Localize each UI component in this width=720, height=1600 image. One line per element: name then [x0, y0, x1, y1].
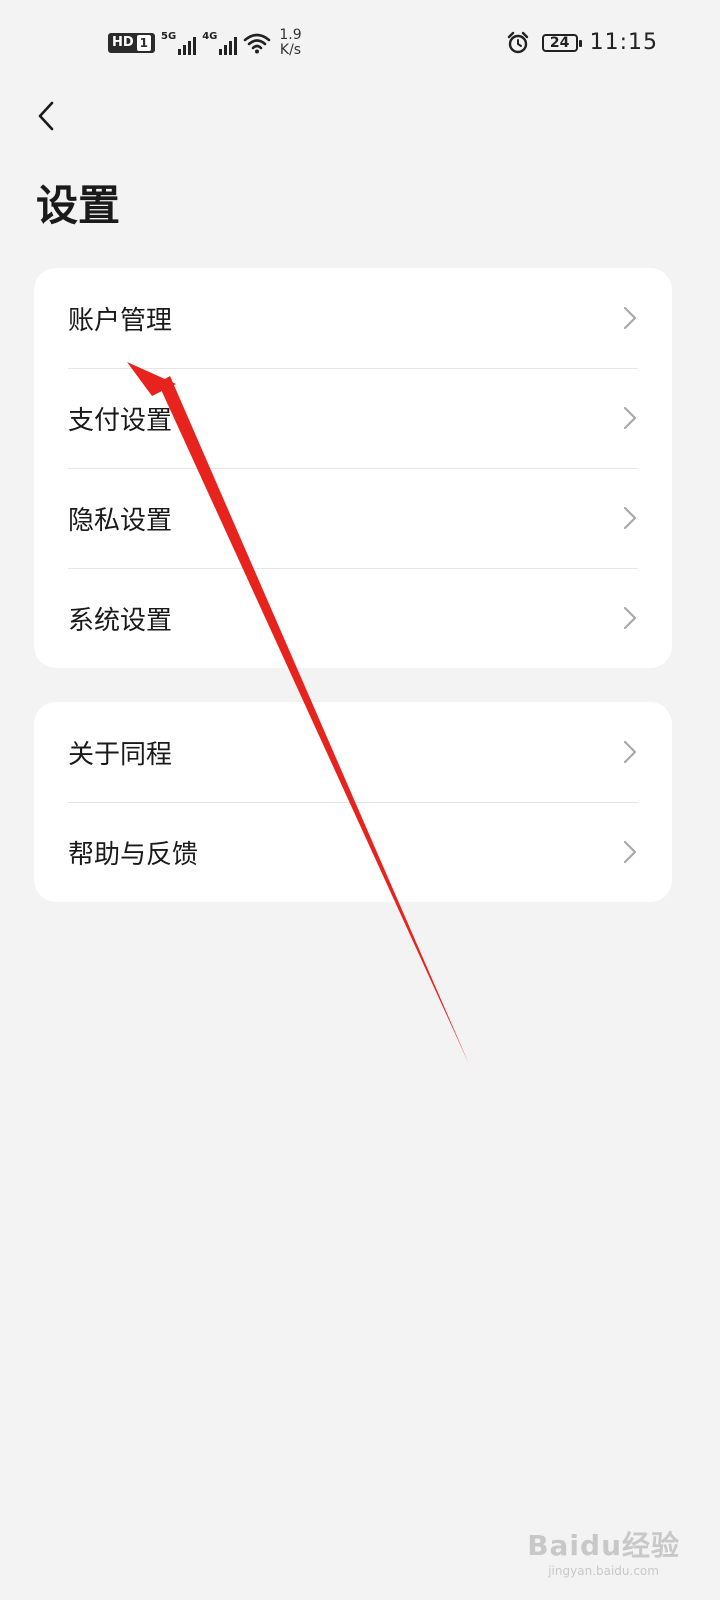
alarm-clock-icon [507, 31, 528, 53]
menu-item-label: 账户管理 [68, 305, 173, 336]
status-right: 24 11:15 [506, 30, 658, 55]
status-left: HD 1 5G 4G 1.9 K/s [108, 28, 302, 58]
page-title: 设置 [36, 181, 121, 230]
chevron-left-icon [38, 101, 54, 131]
back-button[interactable] [26, 96, 66, 136]
watermark-sub: jingyan.baidu.com [548, 1564, 659, 1578]
menu-item-payment-settings[interactable]: 支付设置 [34, 368, 672, 468]
wifi-icon [244, 33, 271, 54]
sim-slot-label: 1 [136, 35, 152, 51]
menu-item-account-management[interactable]: 账户管理 [34, 268, 672, 368]
clock-time: 11:15 [589, 30, 658, 55]
menu-item-help-feedback[interactable]: 帮助与反馈 [34, 802, 672, 902]
battery-icon: 24 [541, 33, 582, 52]
chevron-right-icon [623, 840, 637, 864]
battery-level: 24 [549, 34, 570, 51]
chevron-right-icon [623, 406, 637, 430]
chevron-right-icon [623, 506, 637, 530]
hd-label: HD [112, 35, 134, 50]
chevron-right-icon [623, 740, 637, 764]
net-type-4g: 4G [202, 31, 218, 42]
signal-4g: 4G [202, 31, 238, 55]
baidu-watermark: Baidu经验 jingyan.baidu.com [527, 1524, 680, 1578]
menu-item-label: 帮助与反馈 [68, 839, 199, 870]
menu-item-system-settings[interactable]: 系统设置 [34, 568, 672, 668]
speed-value: 1.9 [279, 27, 302, 43]
settings-group-main: 账户管理 支付设置 隐私设置 系统设置 [34, 268, 672, 668]
menu-item-label: 关于同程 [68, 739, 173, 770]
network-speed: 1.9 K/s [279, 28, 301, 58]
settings-group-about: 关于同程 帮助与反馈 [34, 702, 672, 902]
chevron-right-icon [623, 606, 637, 630]
menu-item-label: 支付设置 [68, 405, 173, 436]
speed-unit: K/s [279, 42, 302, 58]
hd-badge: HD 1 [108, 33, 156, 53]
menu-item-about[interactable]: 关于同程 [34, 702, 672, 802]
chevron-right-icon [623, 306, 637, 330]
menu-item-privacy-settings[interactable]: 隐私设置 [34, 468, 672, 568]
signal-5g: 5G [161, 31, 197, 55]
watermark-main: Baidu经验 [527, 1529, 680, 1562]
signal-bars-icon [178, 37, 197, 55]
menu-item-label: 隐私设置 [68, 505, 173, 536]
menu-item-label: 系统设置 [68, 605, 173, 636]
net-type-5g: 5G [161, 31, 177, 42]
signal-bars-icon [219, 37, 238, 55]
status-bar: HD 1 5G 4G 1.9 K/s 24 11:15 [0, 0, 720, 92]
